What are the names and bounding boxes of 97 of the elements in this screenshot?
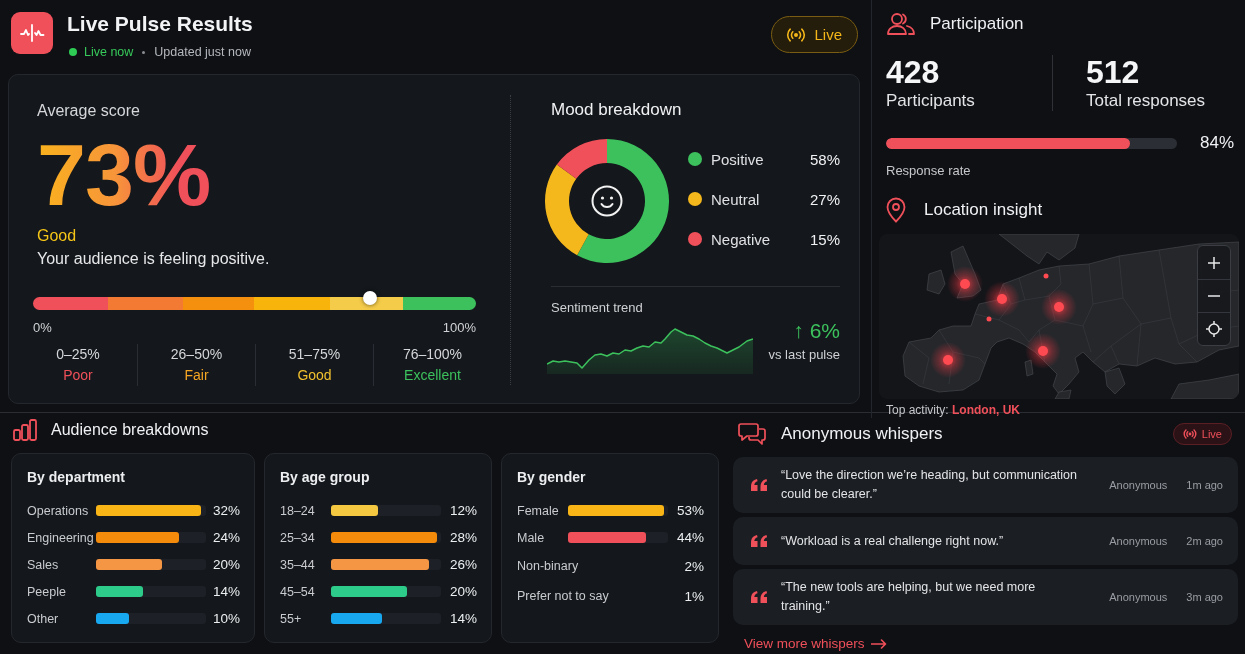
whisper-text: “Love the direction we’re heading, but communication could be clearer.” (781, 467, 1078, 503)
whispers-title: Anonymous whispers (781, 423, 943, 445)
percentage-value: 20% (449, 584, 477, 599)
breakdown-title: By age group (280, 468, 371, 487)
arrow-right-icon (870, 639, 887, 649)
percentage-value: 44% (676, 530, 704, 545)
legend-value: 27% (809, 190, 840, 208)
category-label: Other (27, 611, 60, 626)
pulse-logo-icon (11, 12, 53, 54)
whisper-text: “Workload is a real challenge right now.” (781, 532, 1005, 550)
quote-icon (750, 534, 768, 548)
band-range: 26–50% (170, 345, 223, 364)
band-range: 0–25% (56, 345, 100, 364)
category-label: 45–54 (280, 584, 316, 599)
legend-value: 15% (809, 230, 840, 248)
response-rate-label: Response rate (886, 163, 972, 179)
category-label: Prefer not to say (517, 589, 610, 603)
stat-value: 512 (1086, 55, 1141, 89)
band-label: Excellent (404, 366, 461, 385)
category-label: 35–44 (280, 557, 316, 572)
legend-value: 58% (809, 150, 840, 168)
scale-max-label: 100% (442, 320, 476, 336)
breakdown-title: By department (27, 468, 127, 487)
page-title: Live Pulse Results (67, 12, 254, 36)
category-label: 25–34 (280, 530, 316, 545)
whisper-time: 3m ago (1186, 591, 1223, 603)
category-label: 55+ (280, 611, 303, 626)
stat-label: Total responses (1086, 91, 1207, 111)
whisper-text: “The new tools are helping, but we need more training.” (781, 579, 1037, 615)
live-status-dot-icon (69, 48, 77, 56)
live-label: Live (1201, 428, 1222, 440)
category-label: Engineering (27, 530, 95, 545)
percentage-value: 1% (684, 588, 704, 604)
scale-min-label: 0% (33, 320, 52, 336)
location-pin-icon (886, 197, 906, 223)
smiley-icon (591, 185, 623, 217)
average-score-label: Average score (37, 101, 141, 121)
category-label: Non-binary (517, 559, 580, 573)
rating-text: Good (37, 226, 78, 246)
category-label: Male (517, 530, 546, 545)
broadcast-icon (786, 27, 807, 42)
band-label: Fair (184, 366, 209, 385)
crosshair-icon (1206, 321, 1222, 337)
trend-change: ↑ 6% (792, 319, 840, 343)
percentage-value: 10% (212, 611, 240, 626)
mood-title: Mood breakdown (551, 99, 683, 121)
separator-dot-icon (142, 50, 146, 54)
response-rate-value: 84% (1199, 133, 1234, 153)
participation-title: Participation (930, 13, 1024, 35)
legend-label: Neutral (711, 190, 761, 208)
breakdowns-title: Audience breakdowns (51, 420, 209, 440)
category-label: Peeple (27, 584, 67, 599)
bar-chart-icon (13, 419, 37, 441)
percentage-value: 26% (449, 557, 477, 572)
band-range: 76–100% (402, 345, 463, 364)
minus-icon (1208, 295, 1220, 297)
quote-icon (750, 478, 768, 492)
trend-title: Sentiment trend (551, 300, 644, 316)
people-icon (886, 12, 916, 36)
percentage-value: 20% (212, 557, 240, 572)
whisper-time: 2m ago (1186, 535, 1223, 547)
whisper-author: Anonymous (1109, 479, 1168, 491)
stat-value: 428 (886, 55, 941, 89)
breakdown-title: By gender (517, 468, 587, 487)
category-label: Female (517, 503, 560, 518)
location-title: Location insight (924, 199, 1043, 221)
updated-text: Updated just now (154, 44, 251, 60)
whisper-author: Anonymous (1109, 535, 1168, 547)
legend-label: Positive (711, 150, 765, 168)
plus-icon (1208, 256, 1220, 269)
band-label: Good (297, 366, 332, 385)
percentage-value: 24% (212, 530, 240, 545)
percentage-value: 53% (676, 503, 704, 518)
percentage-value: 2% (684, 558, 704, 574)
percentage-value: 28% (449, 530, 477, 545)
band-label: Poor (63, 366, 93, 385)
legend-label: Negative (711, 230, 772, 248)
live-status-text: Live now (84, 44, 134, 60)
chat-bubbles-icon (738, 422, 766, 446)
category-label: Operations (27, 503, 90, 518)
percentage-value: 14% (449, 611, 477, 626)
view-more-link[interactable]: View more whispers (744, 636, 887, 652)
percentage-value: 32% (212, 503, 240, 518)
trend-caption: vs last pulse (768, 347, 840, 363)
stat-label: Participants (886, 91, 976, 111)
percentage-value: 14% (212, 584, 240, 599)
quote-icon (750, 590, 768, 604)
whisper-author: Anonymous (1109, 591, 1168, 603)
whisper-time: 1m ago (1186, 479, 1223, 491)
percentage-value: 12% (449, 503, 477, 518)
live-label: Live (814, 26, 842, 43)
top-activity-text: Top activity: London, UK (886, 402, 1021, 418)
category-label: Sales (27, 557, 60, 572)
broadcast-icon (1182, 429, 1197, 439)
category-label: 18–24 (280, 503, 316, 518)
band-range: 51–75% (288, 345, 341, 364)
score-message: Your audience is feeling positive. (37, 249, 271, 269)
